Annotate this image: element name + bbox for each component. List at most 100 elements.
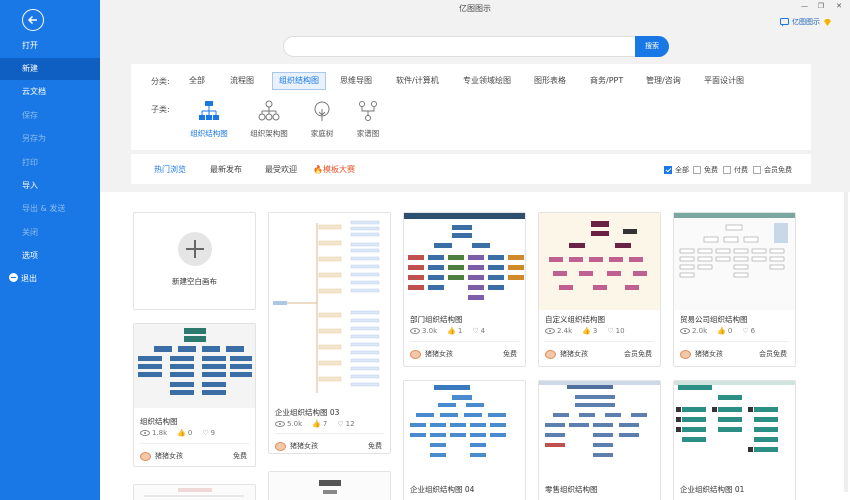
- tab-hot[interactable]: 热门浏览: [154, 164, 186, 175]
- category-all[interactable]: 全部: [183, 72, 211, 90]
- template-card[interactable]: 零售组织结构图: [538, 380, 661, 500]
- sidebar-item-save-as[interactable]: 另存为: [0, 128, 100, 150]
- category-software[interactable]: 软件/计算机: [390, 72, 445, 90]
- category-professional[interactable]: 专业领域绘图: [457, 72, 517, 90]
- sidebar-item-label: 退出: [21, 274, 37, 283]
- sidebar-item-close[interactable]: 关闭: [0, 222, 100, 244]
- sidebar-item-export[interactable]: 导出 & 发送: [0, 198, 100, 220]
- vip-diamond-icon: [824, 18, 831, 26]
- category-flowchart[interactable]: 流程图: [224, 72, 260, 90]
- chat-icon: [780, 17, 789, 26]
- sidebar-item-exit[interactable]: 退出: [0, 268, 100, 290]
- org-chart-icon: [199, 101, 219, 120]
- avatar: [410, 349, 421, 359]
- tab-latest[interactable]: 最新发布: [210, 164, 242, 175]
- search-input[interactable]: [283, 36, 635, 57]
- price-badge: 免费: [368, 442, 382, 450]
- category-mindmap[interactable]: 思维导图: [334, 72, 378, 90]
- author-name: 猪猪女孩: [290, 442, 318, 450]
- author[interactable]: 猪猪女孩: [410, 349, 453, 359]
- template-card[interactable]: 组织结构图 1.8k 👍 0 ♡ 9 猪猪女孩 免费: [133, 323, 256, 467]
- template-stats: 1.8k 👍 0 ♡ 9: [140, 429, 215, 437]
- minimize-button[interactable]: —: [801, 2, 808, 10]
- tree-icon: [314, 101, 330, 121]
- category-business-ppt[interactable]: 商务/PPT: [584, 72, 629, 90]
- template-stats: 2.4k 👍 3 ♡ 10: [545, 327, 625, 335]
- subcategory-org-chart[interactable]: 组织结构图: [184, 100, 234, 139]
- sidebar-item-options[interactable]: 选项: [0, 245, 100, 267]
- flame-icon: 🔥: [313, 165, 323, 174]
- subcategory-genealogy[interactable]: 家谱图: [343, 100, 393, 139]
- checkbox-label: 付费: [734, 166, 748, 174]
- avatar: [140, 451, 151, 461]
- category-org-chart[interactable]: 组织结构图: [272, 72, 326, 90]
- favs-count: 10: [615, 327, 625, 335]
- category-graphics-table[interactable]: 图形表格: [528, 72, 572, 90]
- subcategory-org-structure[interactable]: 组织架构图: [244, 100, 294, 139]
- search-button[interactable]: 搜索: [635, 36, 669, 57]
- template-card[interactable]: [133, 484, 256, 500]
- template-thumbnail: [674, 213, 795, 310]
- like-icon: 👍: [177, 429, 186, 437]
- filter-free-checkbox[interactable]: 免费: [693, 165, 718, 175]
- views-count: 3.0k: [422, 327, 438, 335]
- template-card[interactable]: 企业组织结构图 04: [403, 380, 526, 500]
- close-button[interactable]: ✕: [836, 2, 842, 10]
- views-count: 2.4k: [557, 327, 573, 335]
- views-icon: [680, 328, 690, 334]
- avatar: [545, 349, 556, 359]
- template-card[interactable]: 企业组织结构图 03 5.0k 👍 7 ♡ 12 猪猪女孩 免费: [268, 212, 391, 454]
- tab-popular[interactable]: 最受欢迎: [265, 164, 297, 175]
- sidebar-item-open[interactable]: 打开: [0, 35, 100, 57]
- template-card[interactable]: 企业组织结构图 01: [673, 380, 796, 500]
- template-card[interactable]: [268, 471, 391, 500]
- sidebar-item-print[interactable]: 打印: [0, 152, 100, 174]
- template-thumbnail: [269, 213, 390, 398]
- like-icon: 👍: [582, 327, 591, 335]
- category-graphic-design[interactable]: 平面设计图: [698, 72, 750, 90]
- filter-member-free-checkbox[interactable]: 会员免费: [753, 165, 792, 175]
- back-button[interactable]: [22, 9, 44, 31]
- brand-link[interactable]: 亿图图示: [780, 17, 832, 27]
- subcategory-label-text: 家庭树: [310, 129, 334, 138]
- template-thumbnail: [134, 324, 255, 408]
- plus-icon: [178, 232, 212, 266]
- sidebar-item-import[interactable]: 导入: [0, 175, 100, 197]
- tab-contest[interactable]: 🔥模板大赛: [313, 164, 355, 175]
- divider: [275, 433, 384, 434]
- sidebar-item-save[interactable]: 保存: [0, 105, 100, 127]
- price-badge: 免费: [503, 350, 517, 358]
- filter-all-checkbox[interactable]: 全部: [664, 165, 689, 175]
- restore-button[interactable]: ❐: [818, 2, 824, 10]
- divider: [545, 341, 654, 342]
- views-count: 1.8k: [152, 429, 168, 437]
- template-card[interactable]: 贸易公司组织结构图 2.0k 👍 0 ♡ 6 猪猪女孩 会员免费: [673, 212, 796, 367]
- scrollbar[interactable]: [844, 192, 848, 492]
- author[interactable]: 猪猪女孩: [680, 349, 723, 359]
- search-bar: 搜索: [283, 36, 669, 57]
- sidebar-item-label: 关闭: [22, 228, 38, 237]
- template-thumbnail: [134, 485, 255, 500]
- category-management[interactable]: 管理/咨询: [640, 72, 687, 90]
- template-title: 部门组织结构图: [410, 315, 463, 324]
- favs-count: 12: [345, 420, 355, 428]
- new-blank-card[interactable]: 新建空白画布: [133, 212, 256, 310]
- author[interactable]: 猪猪女孩: [140, 451, 183, 461]
- checkbox-unchecked: [723, 166, 731, 174]
- sidebar-item-cloud[interactable]: 云文档: [0, 81, 100, 103]
- views-icon: [140, 430, 150, 436]
- category-label: 分类:: [151, 77, 170, 86]
- subcategory-family-tree[interactable]: 家庭树: [297, 100, 347, 139]
- like-icon: 👍: [717, 327, 726, 335]
- sidebar-item-new[interactable]: 新建: [0, 58, 100, 80]
- template-card[interactable]: 部门组织结构图 3.0k 👍 1 ♡ 4 猪猪女孩 免费: [403, 212, 526, 367]
- author-name: 猪猪女孩: [425, 350, 453, 358]
- filter-paid-checkbox[interactable]: 付费: [723, 165, 748, 175]
- like-icon: 👍: [312, 420, 321, 428]
- author[interactable]: 猪猪女孩: [275, 441, 318, 451]
- template-card[interactable]: 自定义组织结构图 2.4k 👍 3 ♡ 10 猪猪女孩 会员免费: [538, 212, 661, 367]
- likes-count: 7: [322, 420, 328, 428]
- template-title: 企业组织结构图 01: [680, 485, 745, 494]
- author[interactable]: 猪猪女孩: [545, 349, 588, 359]
- template-thumbnail: [674, 381, 795, 479]
